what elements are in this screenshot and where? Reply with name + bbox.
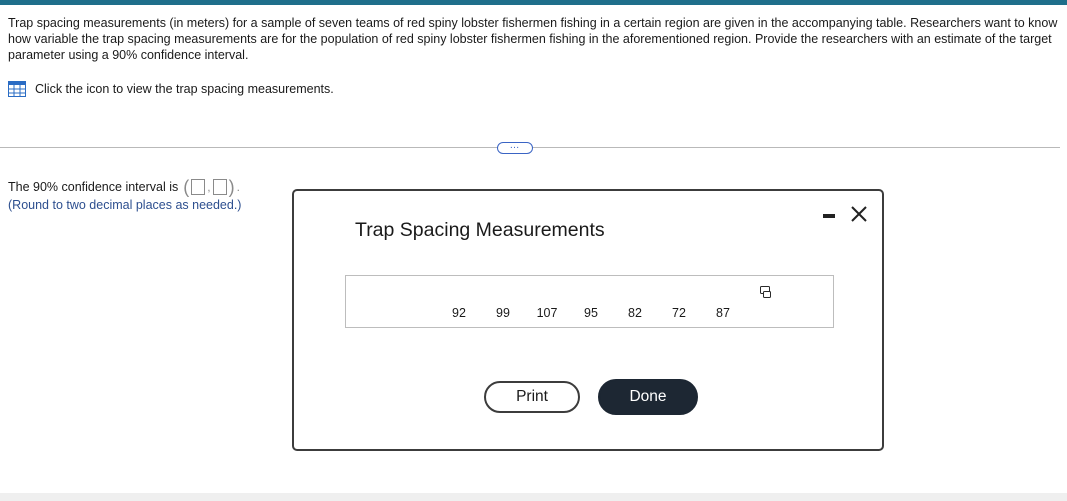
measurement-cell: 95 (584, 306, 598, 320)
answer-prefix: The 90% confidence interval is (8, 180, 179, 194)
measurement-cell: 92 (452, 306, 466, 320)
close-icon[interactable] (848, 201, 870, 225)
expand-ellipsis-button[interactable]: … (497, 141, 533, 154)
measurement-cell: 99 (496, 306, 510, 320)
question-text: Trap spacing measurements (in meters) fo… (8, 16, 1058, 62)
close-paren: ) (228, 177, 235, 197)
table-grid-icon[interactable] (8, 81, 26, 97)
measurement-cell: 72 (672, 306, 686, 320)
dialog-title: Trap Spacing Measurements (355, 219, 605, 241)
lower-bound-input[interactable] (191, 179, 206, 195)
copy-icon[interactable] (760, 285, 772, 298)
measurement-cell: 82 (628, 306, 642, 320)
answer-line: The 90% confidence interval is ( , ) . (8, 177, 241, 197)
bottom-strip (0, 493, 1067, 501)
upper-bound-input[interactable] (212, 179, 227, 195)
view-measurements-link[interactable]: Click the icon to view the trap spacing … (8, 81, 334, 97)
rounding-note: (Round to two decimal places as needed.) (8, 198, 242, 212)
top-accent-bar (0, 0, 1067, 5)
print-button[interactable]: Print (484, 381, 580, 413)
measurements-table: 92 99 107 95 82 72 87 (345, 275, 834, 328)
measurement-cell: 87 (716, 306, 730, 320)
measurement-cell: 107 (536, 306, 558, 320)
open-paren: ( (183, 177, 190, 197)
done-button[interactable]: Done (598, 379, 698, 415)
view-link-label[interactable]: Click the icon to view the trap spacing … (35, 82, 334, 96)
measurements-row: 92 99 107 95 82 72 87 (346, 306, 833, 322)
interval-separator: , (207, 180, 211, 194)
minimize-icon[interactable] (823, 214, 835, 218)
answer-suffix: . (236, 180, 240, 194)
measurements-dialog: Trap Spacing Measurements 92 99 107 95 82 72 8… (292, 189, 884, 451)
